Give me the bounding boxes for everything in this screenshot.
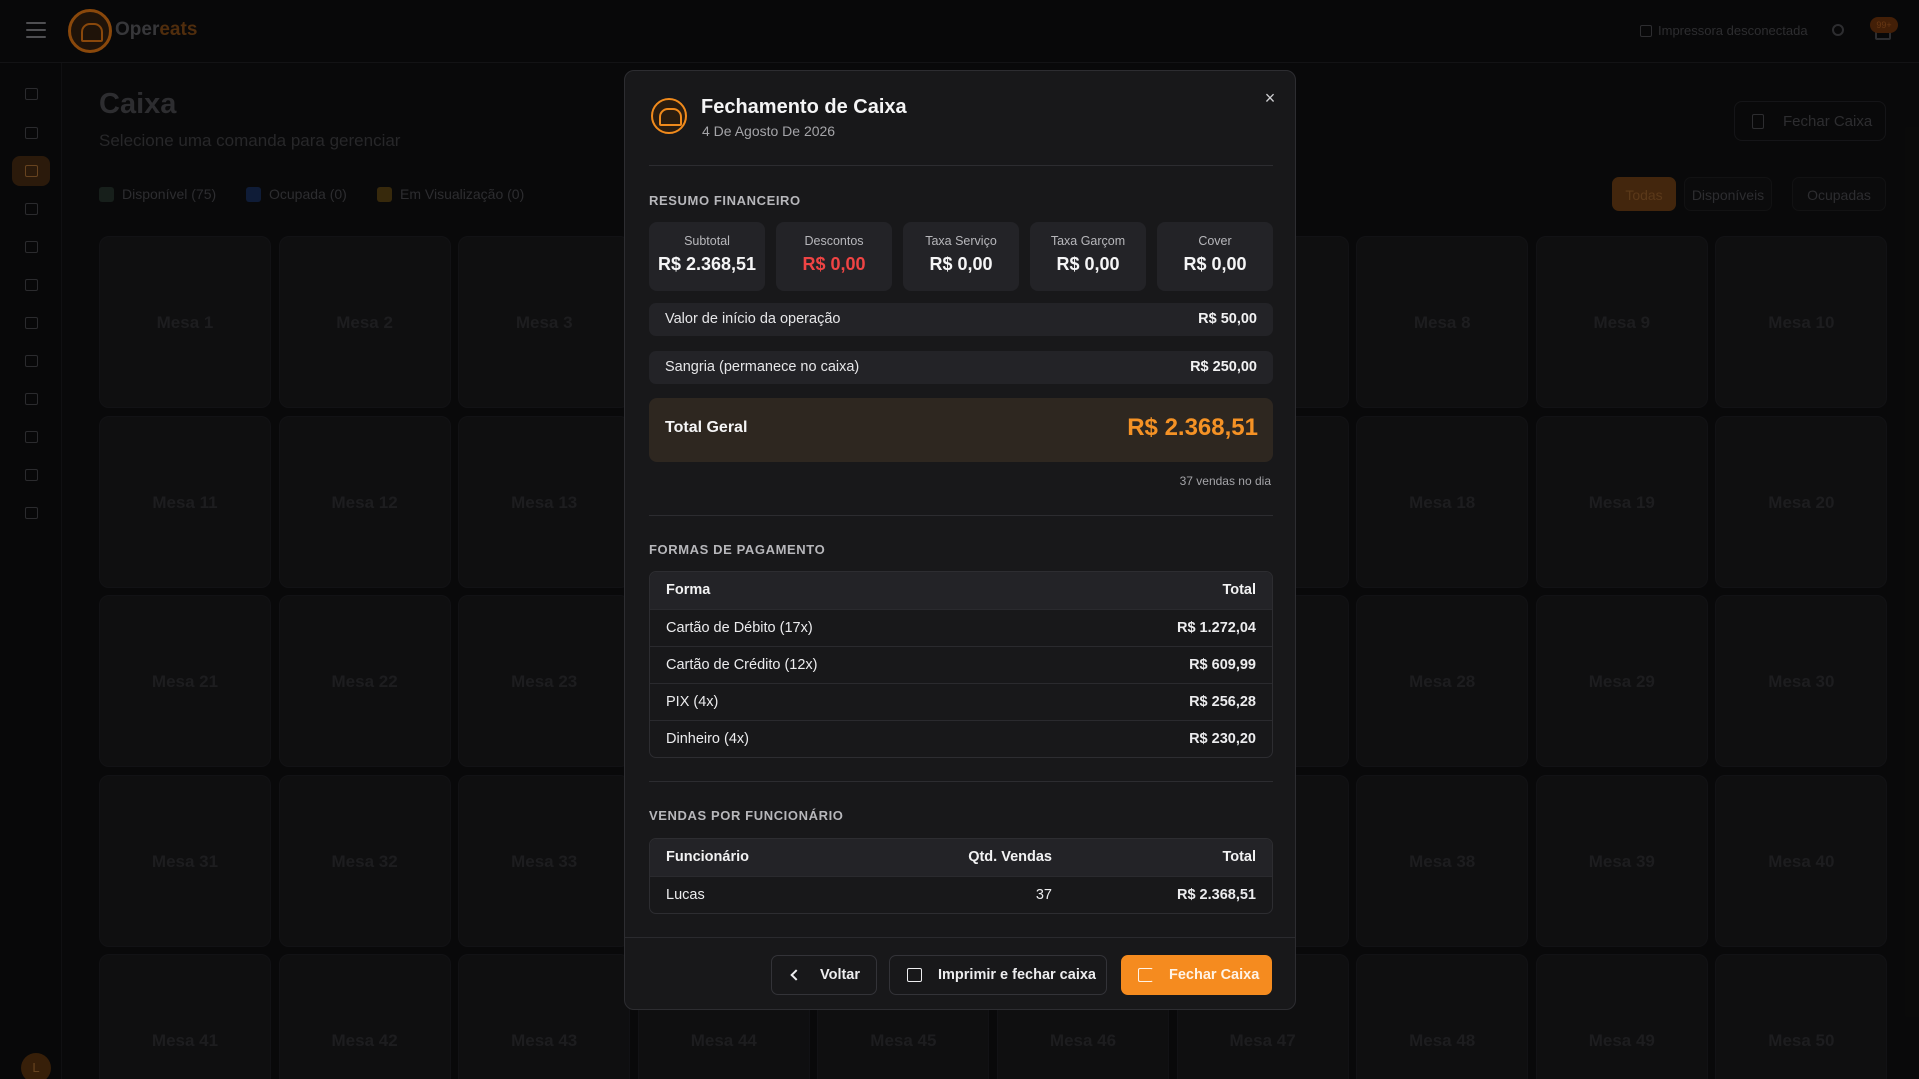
staff-qty: 37 [1035, 887, 1052, 903]
closing-modal: Fechamento de Caixa 4 De Agosto De 2026 … [624, 70, 1296, 1010]
staff-name: Lucas [666, 887, 705, 903]
payment-method: Cartão de Débito (17x) [666, 620, 813, 636]
grand-total: Total Geral R$ 2.368,51 [649, 398, 1273, 462]
divider [649, 781, 1273, 782]
payments-table: Forma Total Cartão de Débito (17x) R$ 1.… [649, 571, 1273, 758]
payment-total: R$ 256,28 [1189, 694, 1256, 710]
card-subtotal: Subtotal R$ 2.368,51 [649, 222, 765, 291]
payments-title: FORMAS DE PAGAMENTO [649, 542, 826, 557]
card-waiter-fee: Taxa Garçom R$ 0,00 [1030, 222, 1146, 291]
opening-value: R$ 50,00 [1198, 311, 1257, 327]
table-row: Dinheiro (4x) R$ 230,20 [650, 720, 1272, 757]
sangria-row: Sangria (permanece no caixa) R$ 250,00 [649, 351, 1273, 384]
summary-cards: Subtotal R$ 2.368,51 Descontos R$ 0,00 Tax… [649, 222, 1273, 291]
close-icon[interactable]: × [1259, 87, 1281, 109]
card-discounts: Descontos R$ 0,00 [776, 222, 892, 291]
payment-method: Dinheiro (4x) [666, 731, 749, 747]
payment-total: R$ 230,20 [1189, 731, 1256, 747]
column-header: Qtd. Vendas [968, 849, 1052, 865]
column-header: Total [1222, 849, 1256, 865]
table-row: PIX (4x) R$ 256,28 [650, 683, 1272, 720]
close-register-confirm-label: Fechar Caixa [1169, 967, 1260, 983]
table-header: Funcionário Qtd. Vendas Total [650, 839, 1272, 876]
printer-icon [907, 968, 922, 982]
modal-footer: Voltar Imprimir e fechar caixa Fechar Ca… [625, 937, 1295, 1009]
table-row: Cartão de Débito (17x) R$ 1.272,04 [650, 609, 1272, 646]
payment-method: PIX (4x) [666, 694, 719, 710]
print-and-close-label: Imprimir e fechar caixa [938, 967, 1096, 983]
close-register-confirm-button[interactable]: Fechar Caixa [1121, 955, 1272, 995]
modal-title: Fechamento de Caixa [701, 96, 907, 118]
payment-method: Cartão de Crédito (12x) [666, 657, 818, 673]
column-header: Funcionário [666, 849, 749, 865]
column-header: Total [1222, 582, 1256, 598]
card-service-fee: Taxa Serviço R$ 0,00 [903, 222, 1019, 291]
payment-total: R$ 609,99 [1189, 657, 1256, 673]
staff-table: Funcionário Qtd. Vendas Total Lucas 37 R… [649, 838, 1273, 914]
logout-icon [1138, 968, 1153, 982]
table-header: Forma Total [650, 572, 1272, 609]
sangria-value: R$ 250,00 [1190, 359, 1257, 375]
staff-total: R$ 2.368,51 [1176, 887, 1256, 903]
sales-count: 37 vendas no dia [1179, 474, 1271, 488]
back-button-label: Voltar [820, 967, 861, 983]
payment-total: R$ 1.272,04 [1176, 620, 1256, 636]
chevron-left-icon [790, 969, 802, 981]
opening-label: Valor de início da operação [665, 311, 841, 327]
grand-total-value: R$ 2.368,51 [1127, 414, 1258, 441]
modal-date: 4 De Agosto De 2026 [702, 123, 836, 139]
sangria-label: Sangria (permanece no caixa) [665, 359, 860, 375]
divider [649, 165, 1273, 166]
staff-title: VENDAS POR FUNCIONÁRIO [649, 808, 844, 823]
opening-value-row: Valor de início da operação R$ 50,00 [649, 303, 1273, 336]
card-cover: Cover R$ 0,00 [1157, 222, 1273, 291]
grand-total-label: Total Geral [665, 419, 748, 436]
table-row: Cartão de Crédito (12x) R$ 609,99 [650, 646, 1272, 683]
divider [649, 515, 1273, 516]
logo-icon [651, 98, 687, 134]
summary-title: RESUMO FINANCEIRO [649, 193, 801, 208]
back-button[interactable]: Voltar [771, 955, 877, 995]
print-and-close-button[interactable]: Imprimir e fechar caixa [889, 955, 1107, 995]
table-row: Lucas 37 R$ 2.368,51 [650, 876, 1272, 913]
column-header: Forma [666, 582, 711, 598]
